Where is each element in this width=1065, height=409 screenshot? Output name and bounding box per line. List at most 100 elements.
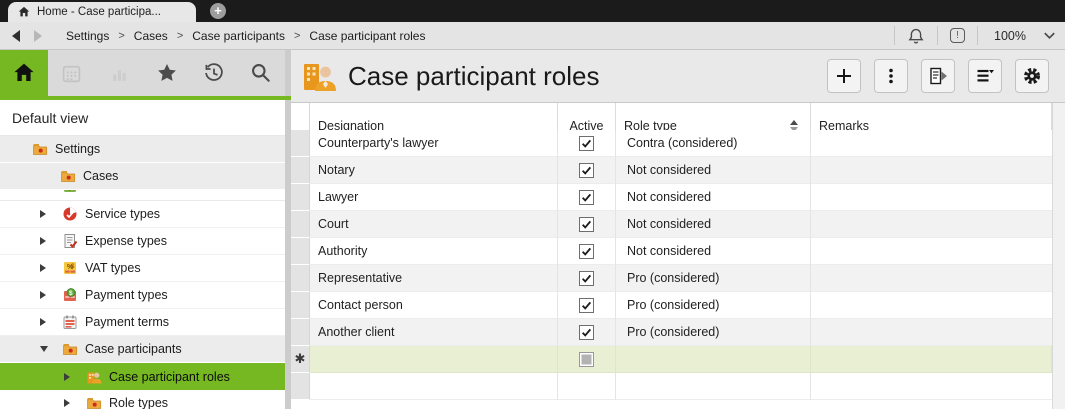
forward-icon[interactable] (34, 30, 42, 42)
cell-role-type[interactable]: Not considered (616, 238, 811, 265)
row-selector[interactable] (291, 319, 310, 346)
collapse-caret-icon[interactable] (40, 346, 62, 352)
cell-role-type[interactable]: Pro (considered) (616, 319, 811, 346)
cell-role-type[interactable]: Pro (considered) (616, 292, 811, 319)
back-icon[interactable] (12, 30, 20, 42)
cell-active[interactable] (558, 211, 616, 238)
row-selector[interactable] (291, 157, 310, 184)
breadcrumb-item-case-participant-roles[interactable]: Case participant roles (309, 29, 425, 43)
new-cell-role-type[interactable] (616, 346, 811, 373)
add-button[interactable] (827, 59, 861, 93)
cell-role-type[interactable]: Not considered (616, 211, 811, 238)
expand-caret-icon[interactable] (40, 291, 62, 299)
app-tab[interactable]: Home - Case participa... (8, 2, 196, 22)
expand-caret-icon[interactable] (40, 318, 62, 326)
cell-remarks[interactable] (811, 265, 1052, 292)
tab-calendar[interactable] (48, 50, 95, 96)
zoom-level[interactable]: 100% (990, 29, 1030, 43)
row-selector[interactable] (291, 238, 310, 265)
row-selector[interactable] (291, 265, 310, 292)
cell-role-type[interactable]: Contra (considered) (616, 130, 811, 157)
cell-active[interactable] (558, 319, 616, 346)
vertical-scrollbar[interactable] (1052, 103, 1065, 409)
cell-remarks[interactable] (811, 211, 1052, 238)
sidebar-item-case-participants[interactable]: Case participants (0, 336, 285, 363)
cell-active[interactable] (558, 265, 616, 292)
new-cell-remarks[interactable] (811, 346, 1052, 373)
sidebar-item-cases[interactable]: Cases (0, 163, 285, 190)
checkbox-checked[interactable] (579, 163, 594, 178)
cell-active[interactable] (558, 157, 616, 184)
sidebar-item-case-participant-roles[interactable]: Case participant roles (0, 363, 285, 390)
folder-icon (62, 341, 78, 357)
checkbox-checked[interactable] (579, 217, 594, 232)
sidebar-item-expense-types[interactable]: Expense types (0, 228, 285, 255)
sidebar-item-payment-terms[interactable]: Payment terms (0, 309, 285, 336)
sidebar-item-label: Cases (83, 169, 118, 183)
new-cell-designation[interactable] (310, 346, 558, 373)
cell-remarks[interactable] (811, 319, 1052, 346)
checkbox-checked[interactable] (579, 271, 594, 286)
cell-designation[interactable]: Another client (310, 319, 558, 346)
sidebar-item-service-types[interactable]: Service types (0, 201, 285, 228)
breadcrumb-item-settings[interactable]: Settings (66, 29, 109, 43)
export-document-button[interactable] (921, 59, 955, 93)
tab-charts[interactable] (95, 50, 142, 96)
cell-remarks[interactable] (811, 157, 1052, 184)
expand-caret-icon[interactable] (40, 264, 62, 272)
row-selector[interactable] (291, 184, 310, 211)
cell-designation[interactable]: Representative (310, 265, 558, 292)
new-tab-button[interactable]: + (210, 3, 226, 19)
cell-designation[interactable]: Lawyer (310, 184, 558, 211)
tab-favorites[interactable] (143, 50, 190, 96)
checkbox-checked[interactable] (579, 244, 594, 259)
alert-icon[interactable]: ! (950, 28, 965, 43)
cell-active[interactable] (558, 238, 616, 265)
breadcrumb-item-case-participants[interactable]: Case participants (192, 29, 285, 43)
new-row-selector[interactable]: ✱ (291, 346, 310, 373)
cell-active[interactable] (558, 292, 616, 319)
row-selector[interactable] (291, 130, 310, 157)
checkbox-checked[interactable] (579, 325, 594, 340)
cell-designation[interactable]: Notary (310, 157, 558, 184)
cell-designation[interactable]: Court (310, 211, 558, 238)
search-icon (250, 62, 272, 84)
cell-role-type[interactable]: Not considered (616, 184, 811, 211)
sidebar-item-payment-types[interactable]: $Payment types (0, 282, 285, 309)
expand-caret-icon[interactable] (40, 210, 62, 218)
cell-designation[interactable]: Authority (310, 238, 558, 265)
cell-remarks[interactable] (811, 184, 1052, 211)
expand-caret-icon[interactable] (64, 399, 86, 407)
tab-search[interactable] (238, 50, 285, 96)
checkbox-checked[interactable] (579, 298, 594, 313)
tab-home[interactable] (0, 50, 48, 96)
sort-menu-button[interactable] (968, 59, 1002, 93)
cell-active[interactable] (558, 130, 616, 157)
sidebar-item-role-types[interactable]: Role types (0, 390, 285, 409)
cell-active[interactable] (558, 184, 616, 211)
settings-button[interactable] (1015, 59, 1049, 93)
bell-icon[interactable] (907, 27, 925, 45)
checkbox-disabled[interactable] (579, 352, 594, 367)
chevron-down-icon[interactable] (1042, 28, 1057, 43)
row-selector[interactable] (291, 292, 310, 319)
checkbox-checked[interactable] (579, 190, 594, 205)
expand-caret-icon[interactable] (40, 237, 62, 245)
sidebar-item-clipped-row[interactable] (0, 190, 285, 201)
cell-remarks[interactable] (811, 292, 1052, 319)
sidebar-item-vat-types[interactable]: %$VAT types (0, 255, 285, 282)
cell-designation[interactable]: Contact person (310, 292, 558, 319)
new-cell-active[interactable] (558, 346, 616, 373)
cell-role-type[interactable]: Not considered (616, 157, 811, 184)
cell-designation[interactable]: Counterparty's lawyer (310, 130, 558, 157)
cell-role-type[interactable]: Pro (considered) (616, 265, 811, 292)
sidebar-item-settings[interactable]: Settings (0, 136, 285, 163)
breadcrumb-item-cases[interactable]: Cases (134, 29, 168, 43)
row-selector[interactable] (291, 211, 310, 238)
more-options-button[interactable] (874, 59, 908, 93)
tab-history[interactable] (190, 50, 237, 96)
checkbox-checked[interactable] (579, 136, 594, 151)
cell-remarks[interactable] (811, 238, 1052, 265)
expand-caret-icon[interactable] (64, 373, 86, 381)
cell-remarks[interactable] (811, 130, 1052, 157)
